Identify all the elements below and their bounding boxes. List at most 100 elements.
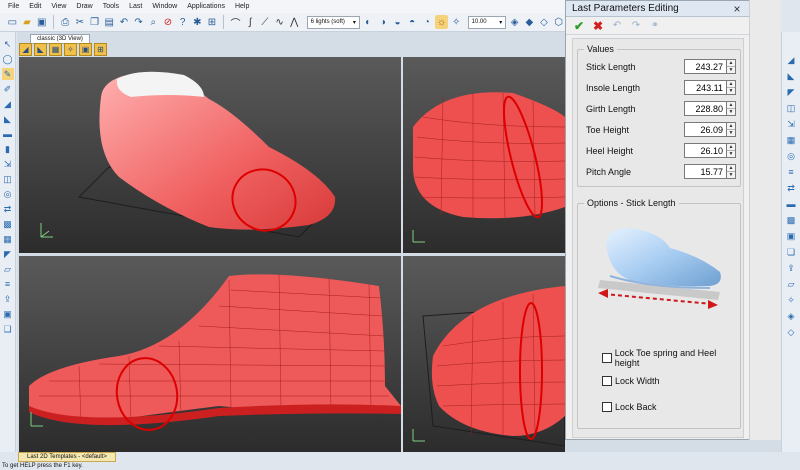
close-icon[interactable]: × [731,2,743,16]
pitch-angle-input[interactable] [684,164,727,179]
zoom-value-field[interactable]: 10.00 ▾ [467,15,507,29]
rt-mirror-icon[interactable]: ⇄ [785,182,797,194]
menu-file[interactable]: File [8,3,19,10]
menu-last[interactable]: Last [129,3,142,10]
girth-tool-icon[interactable]: ◎ [2,188,14,200]
menu-applications[interactable]: Applications [187,3,225,10]
lock-back-option[interactable]: Lock Back [602,402,657,412]
lock-toe-spring-checkbox[interactable] [602,353,612,363]
view-perspective-icon[interactable]: ◢ [19,43,32,56]
insole-length-input[interactable] [684,80,727,95]
girth-length-stepper[interactable]: ▲ ▼ [727,101,736,116]
toe-height-stepper[interactable]: ▲ ▼ [727,122,736,137]
menu-view[interactable]: View [51,3,66,10]
rt-measure-icon[interactable]: ⇲ [785,118,797,130]
viewport-perspective[interactable] [19,57,401,253]
flatten-tool-icon[interactable]: ▱ [2,263,14,275]
menu-tools[interactable]: Tools [103,3,119,10]
export-tool-icon[interactable]: ⇪ [2,293,14,305]
pitch-angle-stepper[interactable]: ▲ ▼ [727,164,736,179]
spin-down-icon[interactable]: ▼ [727,130,735,136]
lights-dropdown[interactable]: 6 lights (soft) ▾ [306,15,360,29]
select-tool-icon[interactable]: ↖ [2,38,14,50]
rt-shoe-icon[interactable]: ◢ [785,54,797,66]
viewport-side[interactable] [19,256,401,452]
lock-back-checkbox[interactable] [602,402,612,412]
spin-up-icon[interactable]: ▲ [727,81,735,88]
shade-icon[interactable]: ◆ [523,15,536,29]
texture-tool-icon[interactable]: ▩ [2,218,14,230]
cancel-x-icon[interactable]: ✖ [591,19,605,33]
settings-icon[interactable]: ✱ [191,15,204,29]
layer-tool-icon[interactable]: ❏ [2,323,14,335]
stamp-tool-icon[interactable]: ▣ [2,308,14,320]
undo-icon[interactable]: ↶ [118,15,131,29]
view-wire-icon[interactable]: ▦ [49,43,62,56]
shoe-tool-icon[interactable]: ◢ [2,98,14,110]
rt-render-icon[interactable]: ◈ [785,310,797,322]
last-tool-icon[interactable]: ◣ [2,113,14,125]
rt-light-icon[interactable]: ✧ [785,294,797,306]
rt-mesh-icon[interactable]: ▦ [785,134,797,146]
lasso-tool-icon[interactable]: ◯ [2,53,14,65]
heel-height-stepper[interactable]: ▲ ▼ [727,143,736,158]
view-light-icon[interactable]: ✧ [64,43,77,56]
render-icon[interactable]: ◈ [508,15,521,29]
cut-icon[interactable]: ✂ [74,15,87,29]
section-tool-icon[interactable]: ◫ [2,173,14,185]
view-rotate-icon[interactable]: ◓ [406,15,419,29]
upper-tool-icon[interactable]: ◤ [2,248,14,260]
mirror-tool-icon[interactable]: ⇄ [2,203,14,215]
curve-tool-icon[interactable]: ⌒ [229,15,242,30]
polyline-tool-icon[interactable]: ⋀ [288,15,301,29]
spin-down-icon[interactable]: ▼ [727,88,735,94]
view-front-icon[interactable]: ◐ [362,15,375,29]
new-file-icon[interactable]: ▭ [6,15,19,29]
view-reset-icon[interactable]: ◔ [421,15,434,29]
spin-down-icon[interactable]: ▼ [727,172,735,178]
rt-flatten-icon[interactable]: ▱ [785,278,797,290]
redo-icon[interactable]: ↷ [629,19,643,33]
spin-down-icon[interactable]: ▼ [727,151,735,157]
spin-down-icon[interactable]: ▼ [727,67,735,73]
rt-upper-icon[interactable]: ◤ [785,86,797,98]
align-tool-icon[interactable]: ≡ [2,278,14,290]
rt-sole-icon[interactable]: ▬ [785,198,797,210]
menu-help[interactable]: Help [235,3,249,10]
mesh-tool-icon[interactable]: ▦ [2,233,14,245]
menu-draw[interactable]: Draw [76,3,92,10]
viewport-front[interactable] [403,256,565,452]
measure-tool-icon[interactable]: ⇲ [2,158,14,170]
wave-tool-icon[interactable]: ∿ [273,15,286,29]
spin-up-icon[interactable]: ▲ [727,60,735,67]
copy-icon[interactable]: ❐ [88,15,101,29]
spin-up-icon[interactable]: ▲ [727,165,735,172]
lock-width-checkbox[interactable] [602,376,612,386]
apply-check-icon[interactable]: ✔ [572,19,586,33]
view-split-icon[interactable]: ⊞ [94,43,107,56]
menu-edit[interactable]: Edit [29,3,41,10]
save-icon[interactable]: ▣ [35,15,48,29]
templates-tab[interactable]: Last 2D Templates - <default> [18,452,116,462]
rt-export-icon[interactable]: ⇪ [785,262,797,274]
redo-icon[interactable]: ↷ [132,15,145,29]
lock-width-option[interactable]: Lock Width [602,376,660,386]
rt-texture-icon[interactable]: ▩ [785,214,797,226]
print-icon[interactable]: ⎙ [59,15,72,29]
lock-toe-spring-option[interactable]: Lock Toe spring and Heel height [602,348,740,368]
sole-tool-icon[interactable]: ▬ [2,128,14,140]
sun-icon[interactable]: ☼ [435,15,448,29]
spin-up-icon[interactable]: ▲ [727,102,735,109]
rt-section-icon[interactable]: ◫ [785,102,797,114]
lamp-icon[interactable]: ✧ [450,15,463,29]
stop-icon[interactable]: ⊘ [162,15,175,29]
wire-icon[interactable]: ◇ [538,15,551,29]
open-folder-icon[interactable]: ▰ [21,15,34,29]
grid-icon[interactable]: ⊞ [206,15,219,29]
rt-wire-icon[interactable]: ◇ [785,326,797,338]
line-tool-icon[interactable]: ⟋ [259,15,272,29]
heel-height-input[interactable] [684,143,727,158]
pen-tool-icon[interactable]: ✎ [1,68,14,80]
menu-window[interactable]: Window [152,3,177,10]
spin-down-icon[interactable]: ▼ [727,109,735,115]
